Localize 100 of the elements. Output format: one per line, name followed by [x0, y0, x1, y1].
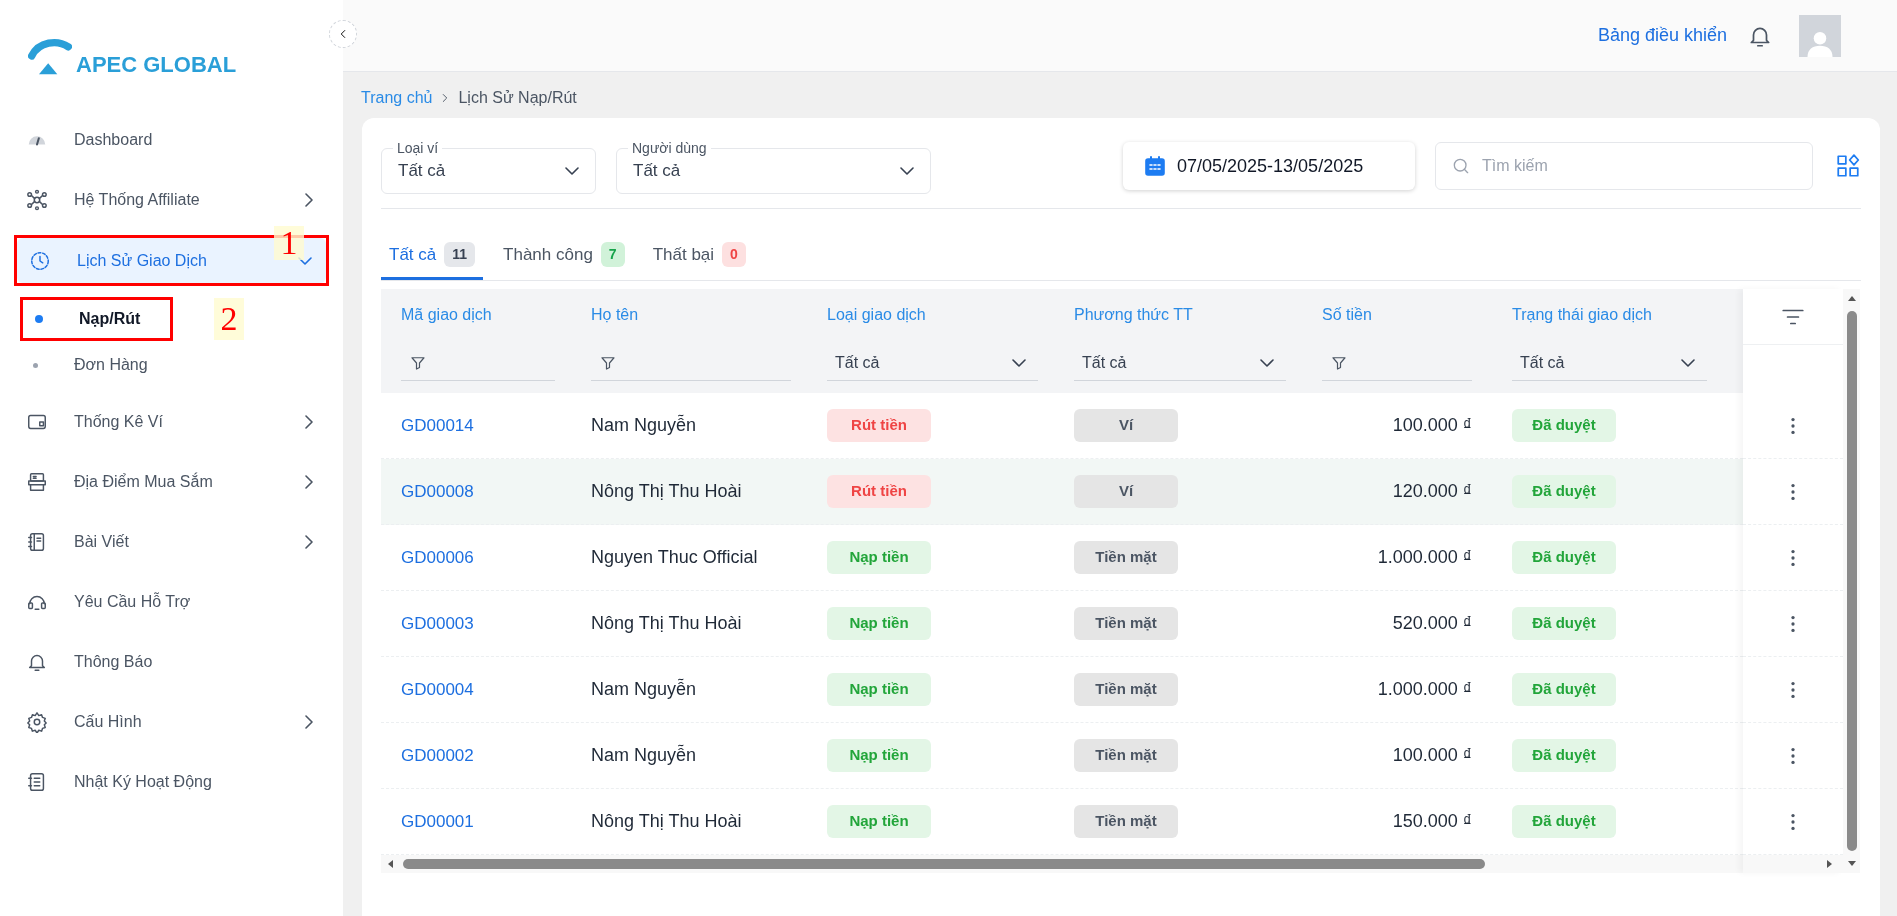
- tab[interactable]: Tất cả 11: [381, 241, 484, 280]
- type-badge: Nạp tiền: [827, 541, 931, 574]
- chevron-down-icon: [565, 167, 579, 175]
- widgets-icon[interactable]: [1835, 153, 1861, 179]
- amount-cell: 150.000 ₫: [1392, 811, 1472, 831]
- table-cell: Nam Nguyễn: [591, 679, 697, 699]
- search-icon: [1451, 156, 1471, 176]
- method-badge: Tiền mặt: [1074, 607, 1178, 640]
- transaction-id-link[interactable]: GD00008: [401, 481, 474, 501]
- sidebar-item[interactable]: Hệ Thống Affiliate: [14, 175, 329, 225]
- table-row[interactable]: GD00008 Nông Thị Thu Hoài Rút tiền Ví 120.000 ₫ Đã duyệt: [381, 459, 1743, 525]
- transaction-id-link[interactable]: GD00006: [401, 547, 474, 567]
- vertical-scrollbar[interactable]: [1843, 289, 1860, 873]
- scrollbar-thumb[interactable]: [1846, 311, 1857, 851]
- sidebar-label: Địa Điểm Mua Sắm: [74, 471, 214, 492]
- submenu-label: Đơn Hàng: [74, 355, 148, 375]
- table-cell: Nông Thị Thu Hoài: [591, 481, 742, 501]
- chevron-down-icon: [1681, 358, 1695, 367]
- network-icon: [26, 189, 48, 211]
- scrollbar-thumb[interactable]: [403, 859, 1485, 869]
- status-badge: Đã duyệt: [1512, 475, 1616, 508]
- status-badge: Đã duyệt: [1512, 673, 1616, 706]
- table-cell: Nông Thị Thu Hoài: [591, 613, 742, 633]
- sidebar-item[interactable]: Địa Điểm Mua Sắm: [14, 457, 329, 507]
- type-badge: Rút tiền: [827, 475, 931, 508]
- sidebar-label: Lịch Sử Giao Dịch: [77, 250, 208, 271]
- type-badge: Rút tiền: [827, 409, 931, 442]
- annotation-number: 1: [274, 226, 304, 260]
- table-cell: Nam Nguyễn: [591, 745, 697, 765]
- count-badge: 11: [444, 241, 476, 267]
- method-badge: Tiền mặt: [1074, 739, 1178, 772]
- status-badge: Đã duyệt: [1512, 739, 1616, 772]
- tab[interactable]: Thất bại 0: [644, 241, 754, 280]
- brand-name: APEC GLOBAL: [76, 54, 237, 76]
- table-cell: Nam Nguyễn: [591, 415, 697, 435]
- amount-cell: 1.000.000 ₫: [1377, 547, 1472, 567]
- search-field[interactable]: Tìm kiếm: [1435, 142, 1813, 190]
- transaction-id-link[interactable]: GD00002: [401, 745, 474, 765]
- annotation-number: 2: [214, 298, 244, 340]
- sidebar-item[interactable]: Dashboard: [14, 115, 329, 165]
- sidebar-label: Thống Kê Ví: [74, 412, 164, 432]
- amount-cell: 100.000 ₫: [1392, 415, 1472, 435]
- dashboard-link[interactable]: Bảng điều khiển: [1597, 22, 1727, 49]
- sidebar-label: Thông Báo: [74, 652, 154, 672]
- transaction-id-link[interactable]: GD00014: [401, 415, 474, 435]
- horizontal-scrollbar[interactable]: [381, 855, 1743, 873]
- submenu-label: Nạp/Rút: [79, 309, 141, 329]
- type-badge: Nạp tiền: [827, 805, 931, 838]
- column-filter-select[interactable]: Tất cả: [1074, 345, 1286, 381]
- sidebar-item[interactable]: Thông Báo: [14, 637, 329, 687]
- sidebar-label: Bài Viết: [74, 532, 130, 552]
- sidebar-item[interactable]: Cấu Hình: [14, 697, 329, 747]
- sidebar-label: Nhật Ký Hoạt Động: [74, 772, 213, 792]
- status-badge: Đã duyệt: [1512, 805, 1616, 838]
- submenu-item[interactable]: Đơn Hàng: [20, 346, 160, 384]
- table-cell: Nguyen Thuc Official: [591, 547, 758, 567]
- calendar-icon: [1143, 154, 1167, 178]
- gear-icon: [26, 711, 48, 733]
- date-range-picker[interactable]: 07/05/2025-13/05/2025: [1123, 142, 1415, 190]
- transaction-id-link[interactable]: GD00001: [401, 811, 474, 831]
- type-badge: Nạp tiền: [827, 739, 931, 772]
- chevron-down-icon: [900, 167, 914, 175]
- select-value: Tất cả: [1520, 352, 1566, 373]
- sidebar-label: Hệ Thống Affiliate: [74, 190, 201, 210]
- method-badge: Ví: [1074, 475, 1178, 508]
- table-cell: Nông Thị Thu Hoài: [591, 811, 742, 831]
- column-filter-select[interactable]: Tất cả: [827, 345, 1038, 381]
- status-badge: Đã duyệt: [1512, 409, 1616, 442]
- method-badge: Ví: [1074, 409, 1178, 442]
- sidebar-item[interactable]: Yêu Cầu Hỗ Trợ: [14, 577, 329, 627]
- amount-cell: 1.000.000 ₫: [1377, 679, 1472, 699]
- date-range-text: 07/05/2025-13/05/2025: [1177, 154, 1364, 178]
- amount-cell: 520.000 ₫: [1392, 613, 1472, 633]
- select-value: Tất cả: [835, 352, 881, 373]
- sidebar-label: Dashboard: [74, 130, 154, 150]
- column-filter-select[interactable]: Tất cả: [1512, 345, 1707, 381]
- sidebar-item[interactable]: Bài Viết: [14, 517, 329, 567]
- count-badge: 7: [600, 241, 625, 267]
- store-icon: [26, 471, 48, 493]
- type-badge: Nạp tiền: [827, 673, 931, 706]
- method-badge: Tiền mặt: [1074, 805, 1178, 838]
- sidebar-label: Cấu Hình: [74, 712, 143, 732]
- amount-cell: 120.000 ₫: [1392, 481, 1472, 501]
- type-badge: Nạp tiền: [827, 607, 931, 640]
- bullet-icon: [35, 315, 43, 323]
- method-badge: Tiền mặt: [1074, 673, 1178, 706]
- amount-cell: 100.000 ₫: [1392, 745, 1472, 765]
- method-badge: Tiền mặt: [1074, 541, 1178, 574]
- select-value: Tất cả: [398, 160, 447, 183]
- sidebar-item[interactable]: Nhật Ký Hoạt Động: [14, 757, 329, 807]
- tab[interactable]: Thành công 7: [495, 241, 633, 280]
- bullet-icon: [33, 362, 38, 368]
- transaction-id-link[interactable]: GD00003: [401, 613, 474, 633]
- submenu-item[interactable]: Nạp/Rút: [23, 300, 153, 338]
- chevron-down-icon: [1260, 358, 1274, 367]
- breadcrumb-current: Lịch Sử Nạp/Rút: [458, 88, 577, 108]
- status-badge: Đã duyệt: [1512, 541, 1616, 574]
- count-badge: 0: [722, 241, 746, 267]
- sidebar-item[interactable]: Thống Kê Ví: [14, 397, 329, 447]
- transaction-id-link[interactable]: GD00004: [401, 679, 474, 699]
